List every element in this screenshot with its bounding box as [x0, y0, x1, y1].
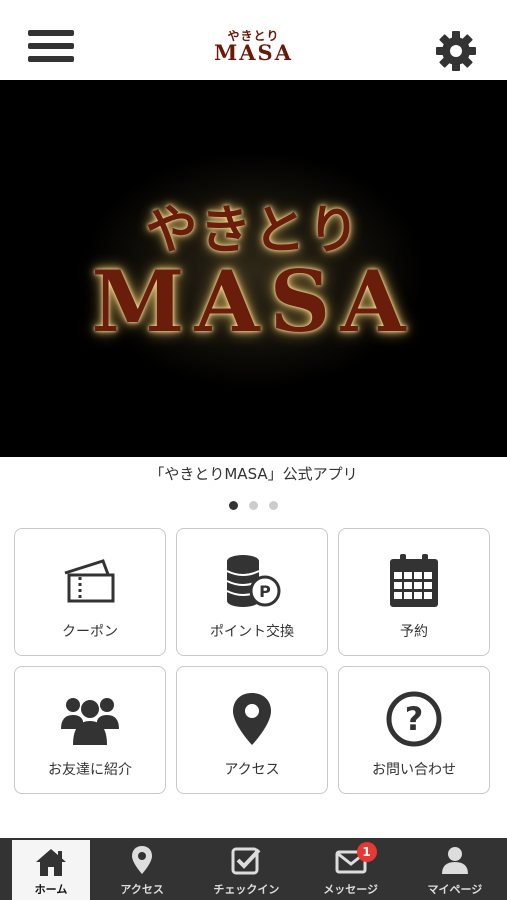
access-tile[interactable]: アクセス [176, 666, 328, 794]
question-icon: ? [386, 691, 442, 747]
point-coins-icon: P [226, 555, 281, 607]
menu-bar [28, 30, 74, 36]
svg-text:?: ? [405, 700, 424, 738]
carousel-dot[interactable] [269, 501, 279, 510]
header-logo: やきとり MASA [214, 30, 293, 63]
tile-label: ポイント交換 [210, 624, 294, 640]
carousel-caption: 「やきとりMASA」公式アプリ [149, 465, 358, 483]
tab-label: アクセス [120, 883, 164, 896]
tab-label: メッセージ [323, 883, 379, 896]
tile-label: クーポン [62, 624, 118, 640]
bottom-tab-bar: ホーム アクセス チェックイン 1 メッセージ マイページ [0, 838, 507, 900]
hero-logo-line2: MASA [91, 252, 416, 351]
message-badge: 1 [356, 842, 377, 862]
carousel-dot[interactable] [249, 501, 258, 510]
tile-label: お問い合わせ [372, 762, 456, 778]
inquiry-tile[interactable]: ? お問い合わせ [338, 666, 490, 794]
tile-label: 予約 [400, 624, 428, 640]
invite-friends-tile[interactable]: お友達に紹介 [14, 666, 166, 794]
calendar-icon [390, 554, 438, 607]
tab-mypage[interactable]: マイページ [403, 838, 507, 900]
hero-banner[interactable]: やきとり MASA [0, 80, 507, 457]
checkin-icon [231, 847, 261, 875]
tab-home[interactable]: ホーム [12, 840, 90, 900]
reservation-tile[interactable]: 予約 [338, 528, 490, 656]
settings-button[interactable] [433, 28, 479, 74]
header-logo-line2: MASA [214, 40, 293, 65]
carousel-pagination [0, 495, 507, 514]
group-icon [61, 698, 119, 745]
menu-button[interactable] [28, 30, 74, 70]
tile-label: アクセス [224, 762, 280, 778]
menu-bar [28, 43, 74, 49]
coupon-tile[interactable]: クーポン [14, 528, 166, 656]
tab-checkin[interactable]: チェックイン [194, 838, 298, 900]
map-pin-icon [132, 846, 153, 874]
menu-grid: クーポン P ポイント交換 予約 お友達に紹介 アクセス ? お問い合わせ [14, 528, 494, 798]
gear-icon [436, 31, 476, 71]
tile-label: お友達に紹介 [48, 762, 132, 778]
coupon-icon [64, 559, 115, 603]
app-header: やきとり MASA [0, 0, 507, 80]
tab-label: ホーム [34, 883, 68, 896]
map-pin-icon [233, 693, 271, 745]
tab-label: マイページ [427, 883, 483, 896]
menu-bar [28, 56, 74, 62]
tab-label: チェックイン [213, 883, 280, 896]
point-exchange-tile[interactable]: P ポイント交換 [176, 528, 328, 656]
tab-access[interactable]: アクセス [90, 838, 194, 900]
svg-text:P: P [259, 582, 271, 601]
carousel-dot[interactable] [228, 501, 238, 510]
home-icon [36, 849, 66, 876]
tab-message[interactable]: 1 メッセージ [299, 838, 403, 900]
user-icon [441, 847, 468, 874]
